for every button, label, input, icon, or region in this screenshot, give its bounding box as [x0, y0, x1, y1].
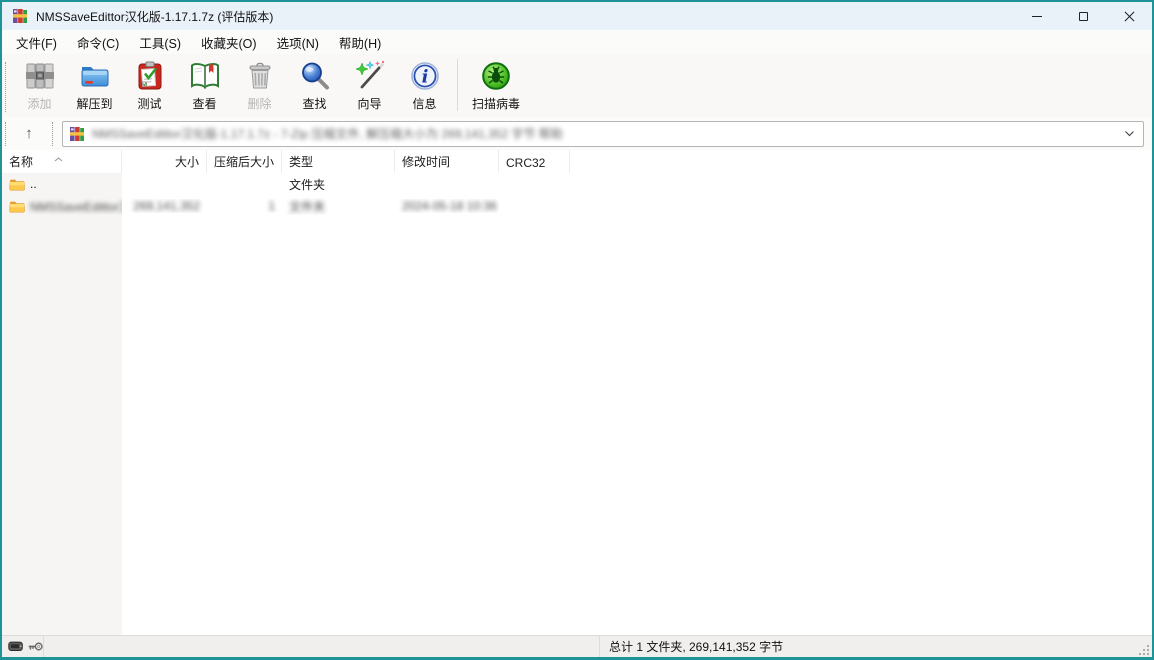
- menu-tools[interactable]: 工具(S): [129, 30, 191, 55]
- list-header: 名称 大小压缩后大小类型 修改时间 CRC32: [2, 150, 1152, 173]
- delete-label: 删除: [247, 95, 271, 112]
- menu-help[interactable]: 帮助(H): [329, 30, 391, 55]
- folder-icon: [9, 178, 25, 191]
- toolbar-separator: [457, 59, 458, 111]
- winrar-window: NMSSaveEdittor汉化版-1.17.1.7z (评估版本) 文件(F)…: [0, 0, 1154, 660]
- folder-icon: [9, 200, 25, 213]
- minimize-button[interactable]: [1014, 2, 1060, 30]
- packed-cell: 1: [207, 199, 282, 213]
- key-icon[interactable]: [28, 640, 44, 653]
- add-label: 添加: [27, 95, 51, 112]
- resize-grip[interactable]: [1139, 645, 1150, 656]
- extract-label: 解压到: [76, 95, 112, 112]
- toolbar: 添加 解压到: [2, 54, 1152, 117]
- packed-value: 1: [268, 199, 275, 213]
- address-gripper-2[interactable]: [52, 122, 56, 146]
- view-button[interactable]: 查看: [177, 57, 232, 112]
- statusbar-total-text: 总计 1 文件夹, 269,141,352 字节: [600, 636, 1152, 657]
- name-cell: ..: [2, 177, 122, 191]
- statusbar-middle-panel: [44, 636, 600, 657]
- test-button[interactable]: 测试: [122, 57, 177, 112]
- menu-options[interactable]: 选项(N): [267, 30, 329, 55]
- trash-icon: [243, 59, 277, 93]
- menu-file[interactable]: 文件(F): [6, 30, 67, 55]
- column-header-modified[interactable]: 修改时间: [395, 150, 499, 173]
- name-value: NMSSaveEdittor汉化版: [30, 198, 122, 215]
- archive-icon: [69, 126, 85, 142]
- menu-commands[interactable]: 命令(C): [67, 30, 129, 55]
- scan-virus-button[interactable]: 扫描病毒: [463, 57, 529, 112]
- file-list: 名称 大小压缩后大小类型 修改时间 CRC32 .. 文件夹 NMSSaveEditto…: [2, 150, 1152, 635]
- archive-path-combobox[interactable]: NMSSaveEdittor汉化版-1.17.1.7z - 7-Zip 压缩文件…: [62, 121, 1144, 147]
- size-value: 269,141,352: [133, 199, 200, 213]
- column-header-label: 修改时间: [402, 153, 450, 170]
- menubar: 文件(F) 命令(C) 工具(S) 收藏夹(O) 选项(N) 帮助(H): [2, 30, 1152, 54]
- magnifier-icon: [298, 59, 332, 93]
- type-value: 文件夹: [289, 178, 325, 192]
- column-header-label: CRC32: [506, 156, 545, 170]
- wizard-label: 向导: [357, 95, 381, 112]
- column-header-packed[interactable]: 压缩后大小: [207, 150, 282, 173]
- maximize-button[interactable]: [1060, 2, 1106, 30]
- size-cell: 269,141,352: [122, 199, 207, 213]
- statusbar-icons: [2, 636, 44, 657]
- info-button[interactable]: i 信息: [397, 57, 452, 112]
- column-header-label: 类型: [289, 153, 313, 170]
- type-cell: 文件夹: [282, 198, 395, 215]
- chevron-down-icon[interactable]: [1124, 130, 1135, 137]
- column-header-label: 压缩后大小: [214, 153, 274, 170]
- sort-ascending-icon: [54, 157, 63, 162]
- find-button[interactable]: 查找: [287, 57, 342, 112]
- table-row[interactable]: NMSSaveEdittor汉化版 269,141,352 1 文件夹 2024-05-…: [2, 195, 1152, 217]
- wizard-button[interactable]: 向导: [342, 57, 397, 112]
- add-button[interactable]: 添加: [12, 57, 67, 112]
- open-book-icon: [188, 59, 222, 93]
- delete-button[interactable]: 删除: [232, 57, 287, 112]
- column-header-label: 大小: [175, 153, 199, 170]
- up-one-level-button[interactable]: ↑: [12, 121, 46, 147]
- table-row[interactable]: .. 文件夹: [2, 173, 1152, 195]
- column-header-size[interactable]: 大小: [122, 150, 207, 173]
- view-label: 查看: [192, 95, 216, 112]
- sorted-column-highlight: [2, 173, 122, 635]
- maximize-icon: [1079, 12, 1088, 21]
- statusbar: 总计 1 文件夹, 269,141,352 字节: [2, 635, 1152, 657]
- name-value: ..: [30, 177, 37, 191]
- info-label: 信息: [412, 95, 436, 112]
- list-rows: .. 文件夹 NMSSaveEdittor汉化版 269,141,352 1 文件夹 20…: [2, 173, 1152, 217]
- info-circle-icon: i: [408, 59, 442, 93]
- clipboard-check-icon: [133, 59, 167, 93]
- address-bar-row: ↑ NMSSaveEdittor汉化版-1.17.1.7z - 7-Zip 压缩…: [2, 117, 1152, 150]
- modified-value: 2024-05-18 10:36: [402, 199, 497, 213]
- column-header-type[interactable]: 类型: [282, 150, 395, 173]
- minimize-icon: [1032, 16, 1042, 17]
- archive-books-gray-icon: [23, 59, 57, 93]
- close-button[interactable]: [1106, 2, 1152, 30]
- scan-virus-label: 扫描病毒: [472, 95, 520, 112]
- window-title: NMSSaveEdittor汉化版-1.17.1.7z (评估版本): [36, 8, 273, 25]
- name-cell: NMSSaveEdittor汉化版: [2, 198, 122, 215]
- drive-icon[interactable]: [8, 640, 24, 653]
- extract-button[interactable]: 解压到: [67, 57, 122, 112]
- magic-wand-icon: [353, 59, 387, 93]
- address-gripper[interactable]: [5, 122, 9, 146]
- blue-folder-icon: [78, 59, 112, 93]
- archive-path-text: NMSSaveEdittor汉化版-1.17.1.7z - 7-Zip 压缩文件…: [92, 125, 1118, 142]
- test-label: 测试: [137, 95, 161, 112]
- close-icon: [1124, 11, 1135, 22]
- column-header-crc[interactable]: CRC32: [499, 150, 570, 173]
- type-cell: 文件夹: [282, 176, 395, 193]
- find-label: 查找: [302, 95, 326, 112]
- virus-scan-icon: [479, 59, 513, 93]
- column-header-label: 名称: [9, 153, 33, 170]
- toolbar-gripper[interactable]: [5, 62, 9, 112]
- type-value: 文件夹: [289, 200, 325, 214]
- menu-favorites[interactable]: 收藏夹(O): [191, 30, 267, 55]
- svg-text:i: i: [421, 67, 428, 88]
- winrar-app-icon: [12, 8, 28, 24]
- modified-cell: 2024-05-18 10:36: [395, 199, 499, 213]
- titlebar: NMSSaveEdittor汉化版-1.17.1.7z (评估版本): [2, 2, 1152, 30]
